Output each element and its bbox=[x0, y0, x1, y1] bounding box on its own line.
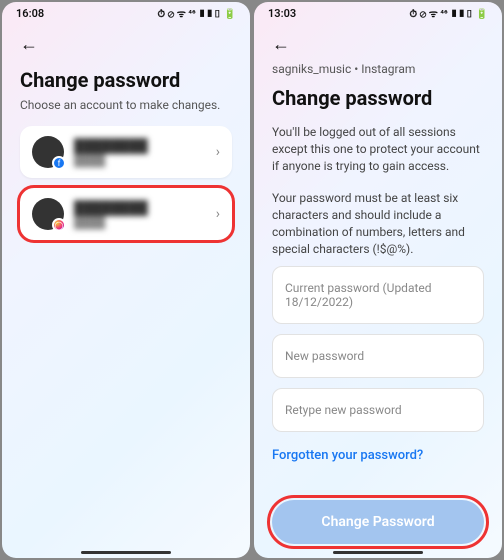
current-password-field[interactable]: Current password (Updated 18/12/2022) bbox=[272, 266, 484, 324]
home-indicator[interactable] bbox=[81, 551, 171, 554]
phone-left: 16:08 ⏱ ⊘ ᯤ ⁴⁶ ▮▮▯ 🔋 ← Change password C… bbox=[2, 2, 250, 558]
status-time: 16:08 bbox=[16, 7, 44, 20]
status-bar: 13:03 ⏱ ⊘ ᯤ ⁴⁶ ▮▮▯ 🔋 bbox=[254, 2, 502, 24]
page-title: Change password bbox=[20, 68, 232, 92]
forgot-password-link[interactable]: Forgotten your password? bbox=[272, 448, 484, 463]
phone-right: 13:03 ⏱ ⊘ ᯤ ⁴⁶ ▮▮▯ 🔋 ← sagniks_music • I… bbox=[254, 2, 502, 558]
new-password-field[interactable]: New password bbox=[272, 334, 484, 378]
retype-password-field[interactable]: Retype new password bbox=[272, 388, 484, 432]
instagram-badge-icon: ◯ bbox=[52, 218, 66, 232]
back-arrow-icon[interactable]: ← bbox=[272, 34, 290, 55]
status-bar: 16:08 ⏱ ⊘ ᯤ ⁴⁶ ▮▮▯ 🔋 bbox=[2, 2, 250, 24]
change-password-button[interactable]: Change Password bbox=[272, 500, 484, 544]
account-text: ████████ ████ bbox=[74, 138, 206, 167]
page-title: Change password bbox=[272, 86, 484, 110]
status-icons: ⏱ ⊘ ᯤ ⁴⁶ ▮▮▯ 🔋 bbox=[157, 6, 236, 20]
status-icons: ⏱ ⊘ ᯤ ⁴⁶ ▮▮▯ 🔋 bbox=[409, 6, 488, 20]
facebook-badge-icon: f bbox=[52, 156, 66, 170]
back-arrow-icon[interactable]: ← bbox=[20, 34, 38, 55]
account-item-instagram[interactable]: ◯ ████████ ████ › bbox=[20, 188, 232, 240]
breadcrumb: sagniks_music • Instagram bbox=[272, 62, 484, 76]
avatar: f bbox=[32, 136, 64, 168]
status-time: 13:03 bbox=[268, 7, 296, 20]
page-subtitle: Choose an account to make changes. bbox=[20, 98, 232, 112]
account-item-facebook[interactable]: f ████████ ████ › bbox=[20, 126, 232, 178]
chevron-right-icon: › bbox=[216, 144, 220, 160]
description-2: Your password must be at least six chara… bbox=[272, 190, 484, 257]
chevron-right-icon: › bbox=[216, 206, 220, 222]
home-indicator[interactable] bbox=[333, 551, 423, 554]
description-1: You'll be logged out of all sessions exc… bbox=[272, 124, 484, 174]
account-text: ████████ ████ bbox=[74, 200, 206, 229]
avatar: ◯ bbox=[32, 198, 64, 230]
